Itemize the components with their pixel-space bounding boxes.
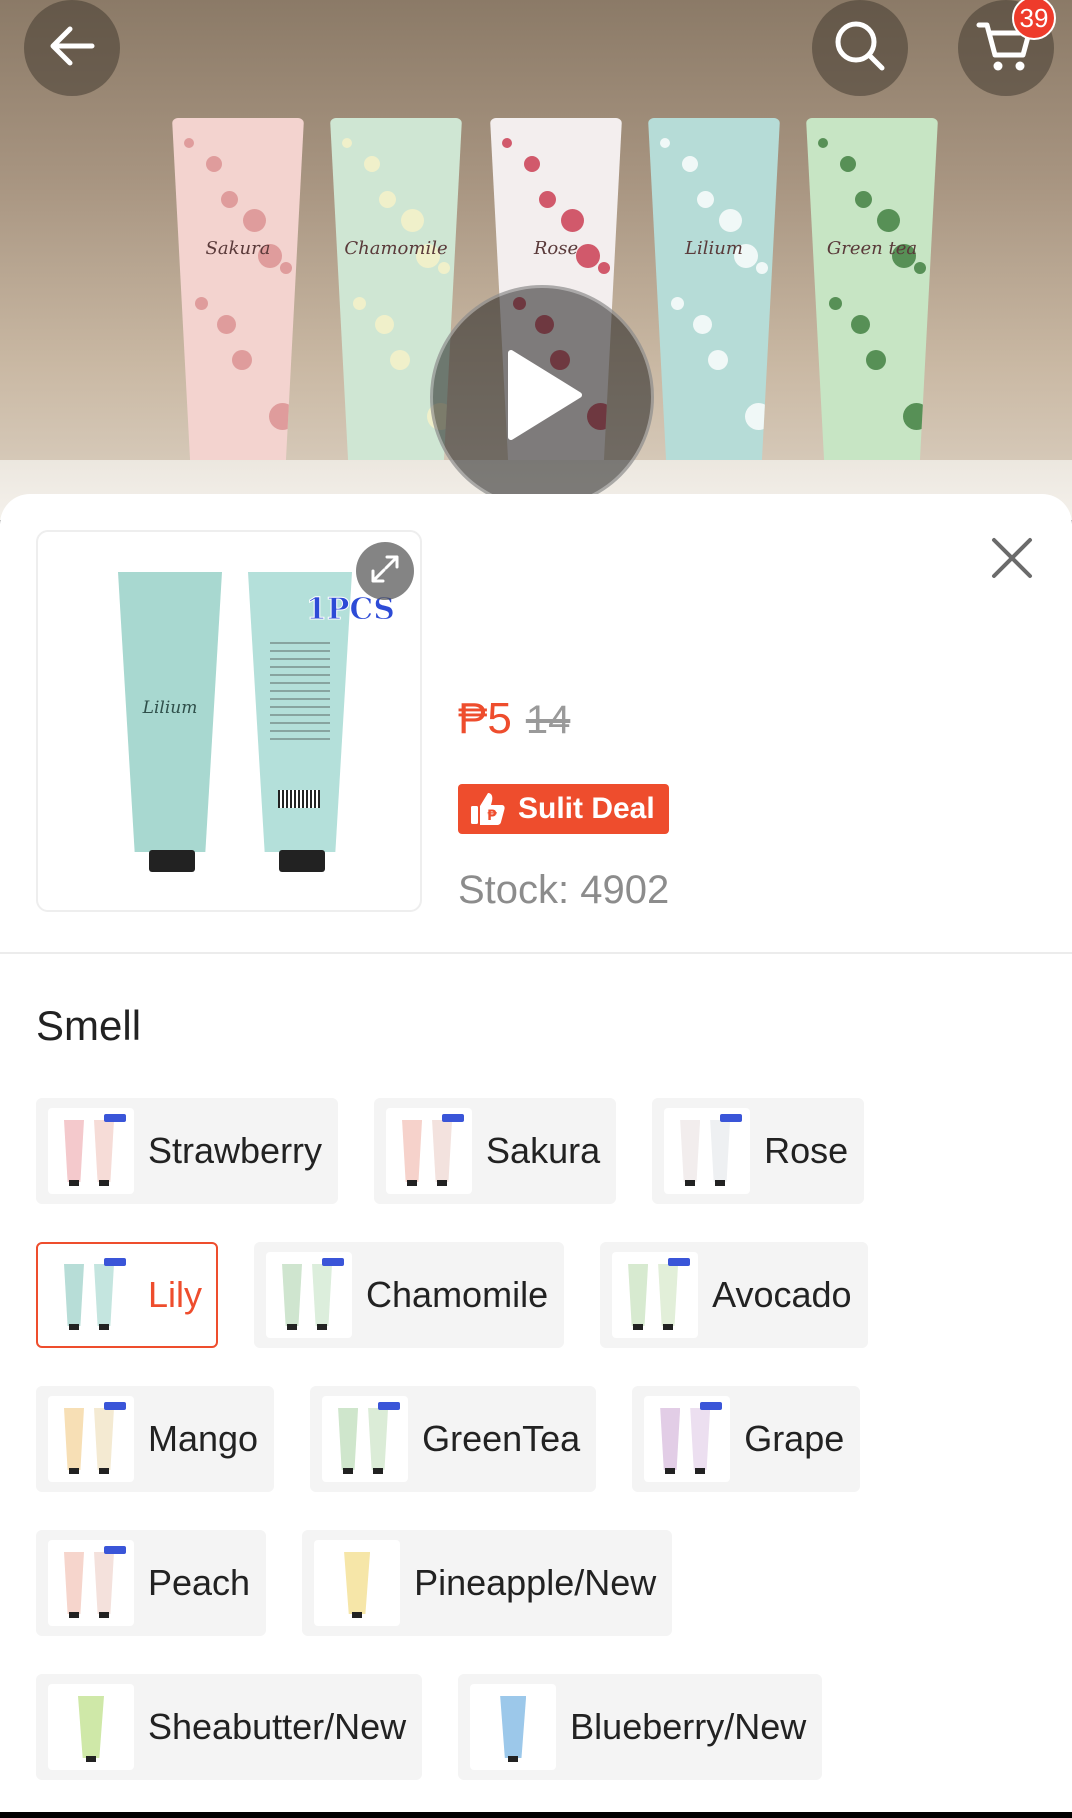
- variation-row: Sheabutter/New Blueberry/New: [36, 1674, 1046, 1780]
- variation-thumbnail: [266, 1252, 353, 1338]
- banner-tube-label: Chamomile: [344, 238, 448, 259]
- variation-option-lily[interactable]: Lily: [36, 1242, 219, 1348]
- variation-thumbnail: [48, 1396, 134, 1482]
- variation-thumbnail: [48, 1540, 134, 1626]
- expand-icon: [368, 552, 402, 591]
- variation-option-label: Pineapple/New: [414, 1562, 657, 1603]
- variation-option-label: Peach: [148, 1562, 251, 1603]
- svg-text:₱: ₱: [487, 808, 497, 824]
- play-video-button[interactable]: [430, 285, 654, 509]
- variation-title: Smell: [36, 1002, 142, 1049]
- expand-image-button[interactable]: [356, 542, 414, 600]
- close-button[interactable]: [982, 530, 1042, 590]
- variation-option-label: Mango: [148, 1418, 259, 1459]
- variation-option-label: GreenTea: [422, 1418, 581, 1459]
- variation-option-label: Blueberry/New: [570, 1706, 807, 1747]
- cart-count-badge: 39: [1012, 0, 1056, 40]
- variation-option-label: Sheabutter/New: [148, 1706, 407, 1747]
- variation-thumbnail: [664, 1108, 751, 1194]
- variation-thumbnail: [48, 1252, 134, 1338]
- price-row: ₱5 14: [458, 694, 570, 744]
- thumbs-up-peso-icon: ₱: [468, 789, 508, 829]
- variation-thumbnail: [386, 1108, 473, 1194]
- variation-option-label: Avocado: [712, 1274, 852, 1315]
- variation-option-sakura[interactable]: Sakura: [374, 1098, 617, 1204]
- banner-tube: Green tea: [806, 118, 938, 468]
- variation-option-label: Sakura: [486, 1130, 601, 1171]
- banner-tube-label: Sakura: [205, 238, 271, 259]
- current-price: ₱5: [458, 694, 512, 743]
- deal-label: Sulit Deal: [518, 792, 655, 825]
- variation-option-greentea[interactable]: GreenTea: [310, 1386, 597, 1492]
- variation-options: Strawberry Sakura Rose Lily Chamomile Avocado…: [36, 1098, 1046, 1818]
- cart-button[interactable]: 39: [958, 0, 1056, 96]
- variation-thumbnail: [612, 1252, 699, 1338]
- search-icon: [830, 16, 890, 81]
- variation-thumbnail: [470, 1684, 557, 1770]
- variation-option-chamomile[interactable]: Chamomile: [254, 1242, 565, 1348]
- thumb-tube-label: Lilium: [142, 698, 198, 718]
- variation-option-label: Grape: [744, 1418, 845, 1459]
- selected-variation-image[interactable]: Lilium 1PCS: [36, 530, 422, 912]
- variation-thumbnail: [322, 1396, 409, 1482]
- section-divider: [0, 952, 1072, 954]
- variation-row: Strawberry Sakura Rose: [36, 1098, 1046, 1204]
- arrow-left-icon: [42, 16, 102, 81]
- variation-option-strawberry[interactable]: Strawberry: [36, 1098, 339, 1204]
- variation-row: Mango GreenTea Grape: [36, 1386, 1046, 1492]
- close-icon: [988, 534, 1036, 587]
- variation-option-sheabutter-new[interactable]: Sheabutter/New: [36, 1674, 423, 1780]
- variation-thumbnail: [48, 1684, 134, 1770]
- variation-option-pineapple-new[interactable]: Pineapple/New: [302, 1530, 673, 1636]
- original-price: 14: [525, 698, 571, 742]
- banner-tube: Sakura: [172, 118, 304, 468]
- variation-option-label: Rose: [764, 1130, 849, 1171]
- banner-tube: Lilium: [648, 118, 780, 468]
- variation-row: Lily Chamomile Avocado: [36, 1242, 1046, 1348]
- back-button[interactable]: [24, 0, 120, 96]
- thumb-tube-cap: [149, 850, 195, 872]
- stock-count: Stock: 4902: [458, 868, 670, 912]
- variation-option-rose[interactable]: Rose: [652, 1098, 865, 1204]
- search-button[interactable]: [812, 0, 908, 96]
- variation-bottom-sheet: Lilium 1PCS ₱5 14 ₱ Sulit Deal Stock: 49…: [0, 494, 1072, 1812]
- variation-option-label: Strawberry: [148, 1130, 323, 1171]
- play-icon: [497, 345, 587, 450]
- variation-option-grape[interactable]: Grape: [632, 1386, 861, 1492]
- thumb-tube-cap: [279, 850, 325, 872]
- variation-thumbnail: [314, 1540, 401, 1626]
- variation-option-peach[interactable]: Peach: [36, 1530, 267, 1636]
- banner-tube-label: Green tea: [826, 238, 918, 259]
- variation-option-blueberry-new[interactable]: Blueberry/New: [458, 1674, 823, 1780]
- variation-option-label: Lily: [148, 1274, 203, 1315]
- banner-tube-label: Rose: [533, 238, 579, 259]
- sulit-deal-badge: ₱ Sulit Deal: [458, 784, 669, 834]
- variation-thumbnail: [48, 1108, 134, 1194]
- variation-option-mango[interactable]: Mango: [36, 1386, 275, 1492]
- variation-thumbnail: [644, 1396, 731, 1482]
- banner-tube-label: Lilium: [685, 238, 743, 259]
- variation-option-avocado[interactable]: Avocado: [600, 1242, 868, 1348]
- variation-option-label: Chamomile: [366, 1274, 549, 1315]
- variation-row: Peach Pineapple/New: [36, 1530, 1046, 1636]
- thumb-tube-front: Lilium: [118, 572, 222, 852]
- product-media-banner: Sakura Chamomile Rose Lilium Green tea 39: [0, 0, 1072, 520]
